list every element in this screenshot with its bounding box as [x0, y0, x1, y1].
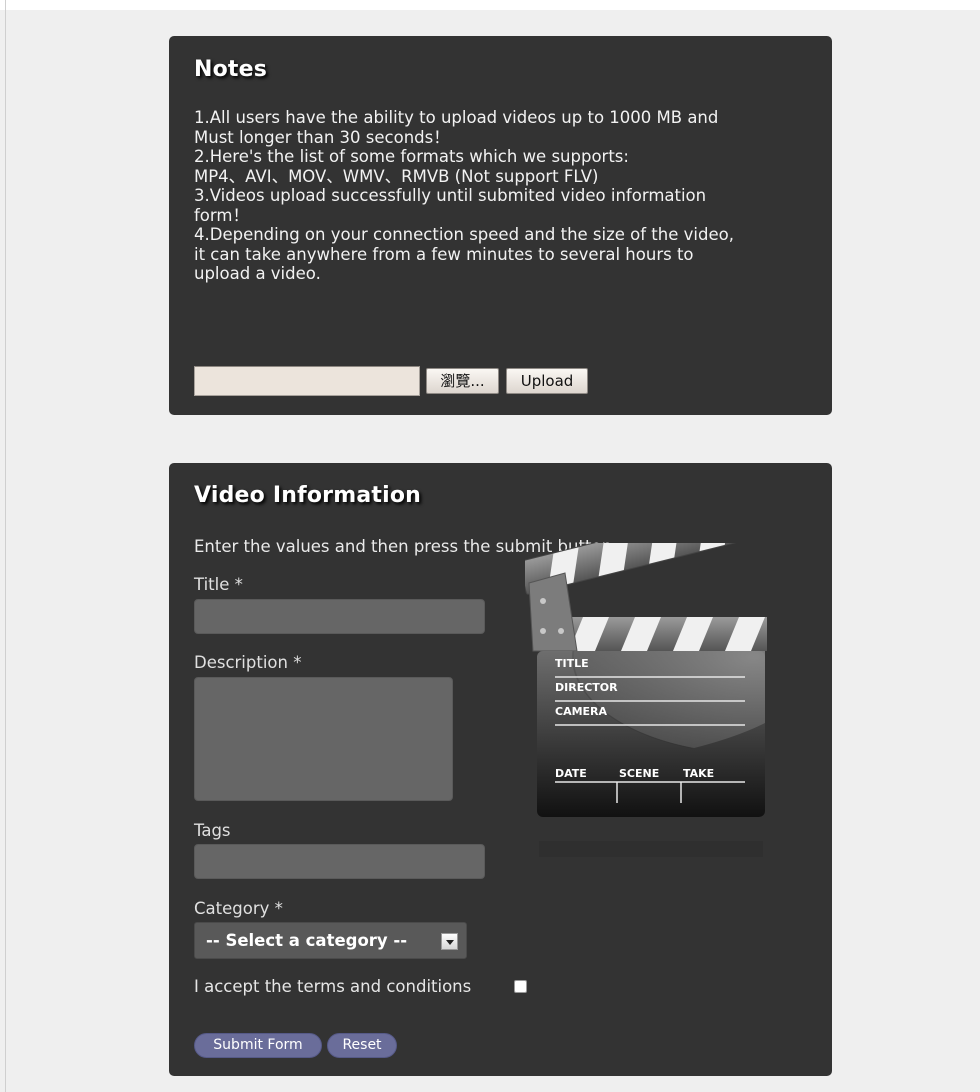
notes-line: 1.All users have the ability to upload v…	[194, 108, 719, 127]
description-label: Description *	[194, 653, 302, 672]
notes-panel: Notes 1.All users have the ability to up…	[169, 36, 832, 415]
category-selected-value: -- Select a category --	[206, 931, 408, 950]
category-label: Category *	[194, 899, 283, 918]
notes-text: 1.All users have the ability to upload v…	[194, 108, 814, 284]
notes-line: 3.Videos upload successfully until submi…	[194, 186, 707, 205]
terms-checkbox[interactable]	[514, 980, 527, 993]
notes-line: form！	[194, 205, 249, 225]
notes-line: 2.Here's the list of some formats which …	[194, 147, 629, 166]
notes-line: MP4、AVI、MOV、WMV、RMVB (Not support FLV)	[194, 166, 599, 186]
video-information-title: Video Information	[194, 483, 422, 508]
notes-line: Must longer than 30 seconds！	[194, 127, 450, 147]
tags-label: Tags	[194, 821, 231, 840]
browse-button[interactable]: 瀏覽...	[426, 368, 499, 394]
top-strip	[0, 0, 980, 10]
description-textarea[interactable]	[194, 677, 453, 801]
clapperboard-image: TITLE DIRECTOR CAMERA DATE SCENE TAKE	[518, 502, 775, 903]
submit-form-button[interactable]: Submit Form	[194, 1033, 322, 1058]
upload-button[interactable]: Upload	[506, 368, 588, 394]
notes-line: upload a video.	[194, 264, 321, 283]
clapper-label-date: DATE	[555, 767, 587, 780]
title-input[interactable]	[194, 599, 485, 634]
video-information-panel: Video Information Enter the values and t…	[169, 463, 832, 1076]
file-path-input[interactable]	[194, 366, 420, 396]
dropdown-arrow-icon[interactable]	[441, 933, 458, 950]
reset-button[interactable]: Reset	[327, 1033, 397, 1058]
category-select[interactable]: -- Select a category --	[194, 922, 467, 959]
clapper-label-director: DIRECTOR	[555, 681, 618, 694]
title-label: Title *	[194, 575, 243, 594]
tags-input[interactable]	[194, 844, 485, 879]
clapper-label-camera: CAMERA	[555, 705, 608, 718]
notes-line: 4.Depending on your connection speed and…	[194, 225, 734, 244]
notes-title: Notes	[194, 57, 268, 82]
clapper-label-title: TITLE	[555, 657, 589, 670]
clapperboard-icon: TITLE DIRECTOR CAMERA DATE SCENE TAKE	[518, 502, 767, 857]
terms-label: I accept the terms and conditions	[194, 977, 472, 996]
clapper-label-scene: SCENE	[619, 767, 659, 780]
clapper-label-take: TAKE	[683, 767, 714, 780]
notes-line: it can take anywhere from a few minutes …	[194, 244, 694, 264]
left-border	[5, 0, 6, 1092]
